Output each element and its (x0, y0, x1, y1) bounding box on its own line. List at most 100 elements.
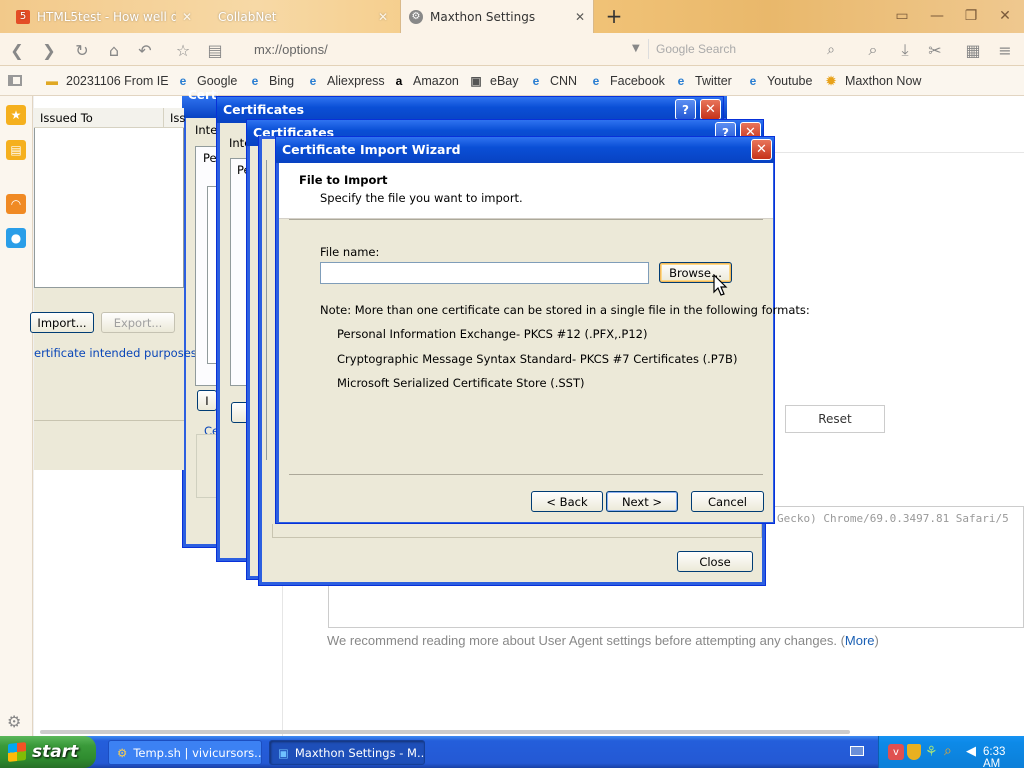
notes-icon[interactable]: ▤ (204, 39, 226, 61)
import-button[interactable]: Import... (30, 312, 94, 333)
user-agent-text: Gecko) Chrome/69.0.3497.81 Safari/5 (777, 512, 1009, 525)
rss-icon[interactable]: ◠ (6, 194, 26, 214)
gear-icon: ⚙ (117, 745, 128, 760)
taskbar-item-temp[interactable]: ⚙ Temp.sh | vivicursors... (108, 740, 262, 765)
bookmark-cnn[interactable]: e CNN (528, 72, 577, 90)
keyboard-icon[interactable] (850, 746, 864, 756)
refresh-icon[interactable]: ↻ (71, 39, 93, 61)
security-icon[interactable] (907, 744, 921, 760)
volume-icon[interactable]: ◀ (966, 744, 976, 759)
apps-icon[interactable]: ▦ (962, 39, 984, 61)
close-icon[interactable]: ✕ (700, 99, 721, 120)
star-icon[interactable]: ☆ (172, 39, 194, 61)
divider (775, 152, 1024, 153)
divider (648, 39, 649, 59)
intended-label: Inte (195, 123, 218, 137)
minimize-icon[interactable]: — (928, 7, 946, 25)
column-issued-to[interactable]: Issued To (40, 111, 93, 125)
bookmark-maxthon-now[interactable]: ✹ Maxthon Now (823, 72, 921, 90)
tab-collabnet[interactable]: CollabNet ✕ (202, 0, 396, 33)
windows-logo-icon (8, 742, 26, 762)
bookmark-folder[interactable]: ▬ 20231106 From IE (44, 72, 169, 90)
close-icon[interactable]: ✕ (751, 139, 772, 160)
wizard-subheading: Specify the file you want to import. (320, 191, 523, 205)
bookmark-twitter[interactable]: e Twitter (673, 72, 732, 90)
wizard-title: Certificate Import Wizard (282, 142, 461, 157)
bookmark-label: eBay (490, 74, 519, 88)
ie-icon: e (179, 74, 187, 88)
import-button-edge[interactable]: I (197, 390, 217, 411)
reset-button[interactable]: Reset (785, 405, 885, 433)
intended-purposes-link[interactable]: ertificate intended purposes (34, 346, 197, 360)
bookmark-aliexpress[interactable]: e Aliexpress (305, 72, 385, 90)
bookmark-ebay[interactable]: ▣ eBay (468, 72, 519, 90)
start-button[interactable]: start (0, 736, 96, 768)
window-list-icon[interactable]: ▭ (893, 7, 911, 25)
dialog-title: Certificates (188, 88, 218, 102)
close-tab-icon[interactable]: ✕ (378, 10, 388, 24)
mouse-cursor-icon (713, 274, 728, 296)
chat-icon[interactable]: ● (6, 228, 26, 248)
title-bar: Certificate Import Wizard (276, 137, 774, 163)
ie-icon: e (592, 74, 600, 88)
cancel-button[interactable]: Cancel (691, 491, 764, 512)
search-tray-icon[interactable]: ⌕ (944, 743, 952, 759)
download-icon[interactable]: ⤓ (894, 39, 916, 61)
ie-icon: e (532, 74, 540, 88)
close-button[interactable]: Close (677, 551, 753, 572)
notes-sidebar-icon[interactable]: ▤ (6, 140, 26, 160)
clock[interactable]: 6:33 AM (983, 746, 1024, 768)
bookmark-amazon[interactable]: a Amazon (391, 72, 459, 90)
recommend-text: We recommend reading more about User Age… (327, 633, 879, 648)
close-tab-icon[interactable]: ✕ (575, 10, 585, 24)
forward-icon[interactable]: ❯ (38, 39, 60, 61)
close-tab-icon[interactable]: ✕ (182, 10, 192, 24)
bookmark-youtube[interactable]: e Youtube (745, 72, 813, 90)
start-label: start (32, 742, 79, 762)
restore-icon[interactable]: ❐ (962, 7, 980, 25)
tab-personal[interactable]: Pe (203, 151, 217, 165)
back-icon[interactable]: ❮ (6, 39, 28, 61)
sidebar-toggle-icon[interactable] (8, 75, 22, 86)
bookmark-facebook[interactable]: e Facebook (588, 72, 665, 90)
ie-icon: e (309, 74, 317, 88)
menu-icon[interactable]: ≡ (994, 39, 1016, 61)
tab-html5test[interactable]: 5 HTML5test - How well doe ✕ (8, 0, 200, 33)
horizontal-scrollbar[interactable] (40, 730, 850, 734)
url-dropdown-icon[interactable]: ▼ (632, 43, 640, 54)
new-tab-button[interactable]: + (603, 4, 625, 28)
magnifier-icon[interactable]: ⌕ (862, 39, 884, 61)
close-window-icon[interactable]: ✕ (996, 7, 1014, 25)
search-input[interactable]: Google Search (656, 42, 736, 56)
certificate-list[interactable] (34, 108, 184, 288)
settings-gear-icon[interactable]: ⚙ (7, 712, 21, 731)
home-icon[interactable]: ⌂ (103, 39, 125, 61)
file-name-input[interactable] (320, 262, 649, 284)
url-field[interactable]: mx://options/ (254, 42, 328, 57)
maxthon-icon: ▣ (278, 745, 289, 760)
column-issued-by[interactable]: Iss (170, 111, 185, 125)
divider (163, 108, 164, 128)
ie-icon: e (251, 74, 259, 88)
undo-icon[interactable]: ↶ (134, 39, 156, 61)
taskbar-item-maxthon[interactable]: ▣ Maxthon Settings - M... (269, 740, 425, 765)
bookmark-bing[interactable]: e Bing (247, 72, 294, 90)
ie-icon: e (677, 74, 685, 88)
network-icon[interactable]: ⚘ (925, 744, 938, 760)
back-button[interactable]: < Back (531, 491, 603, 512)
maxthon-icon: ✹ (825, 74, 837, 88)
certificate-import-wizard: Certificate Import Wizard ✕ File to Impo… (275, 136, 810, 524)
wizard-body: File name: Browse... Note: More than one… (279, 219, 810, 522)
format-item: Cryptographic Message Syntax Standard- P… (337, 352, 738, 366)
screenshot-icon[interactable]: ✂ (924, 39, 946, 61)
tab-maxthon-settings[interactable]: ⚙ Maxthon Settings ✕ (400, 0, 594, 33)
amazon-icon: a (395, 74, 403, 88)
search-icon[interactable]: ⌕ (820, 39, 842, 61)
bookmark-label: Youtube (767, 74, 813, 88)
next-button[interactable]: Next > (606, 491, 678, 512)
shield-icon[interactable]: v (888, 744, 904, 760)
favorites-icon[interactable]: ★ (6, 105, 26, 125)
bookmark-label: 20231106 From IE (66, 74, 169, 88)
help-icon[interactable]: ? (675, 99, 696, 120)
more-link[interactable]: More (845, 633, 875, 648)
